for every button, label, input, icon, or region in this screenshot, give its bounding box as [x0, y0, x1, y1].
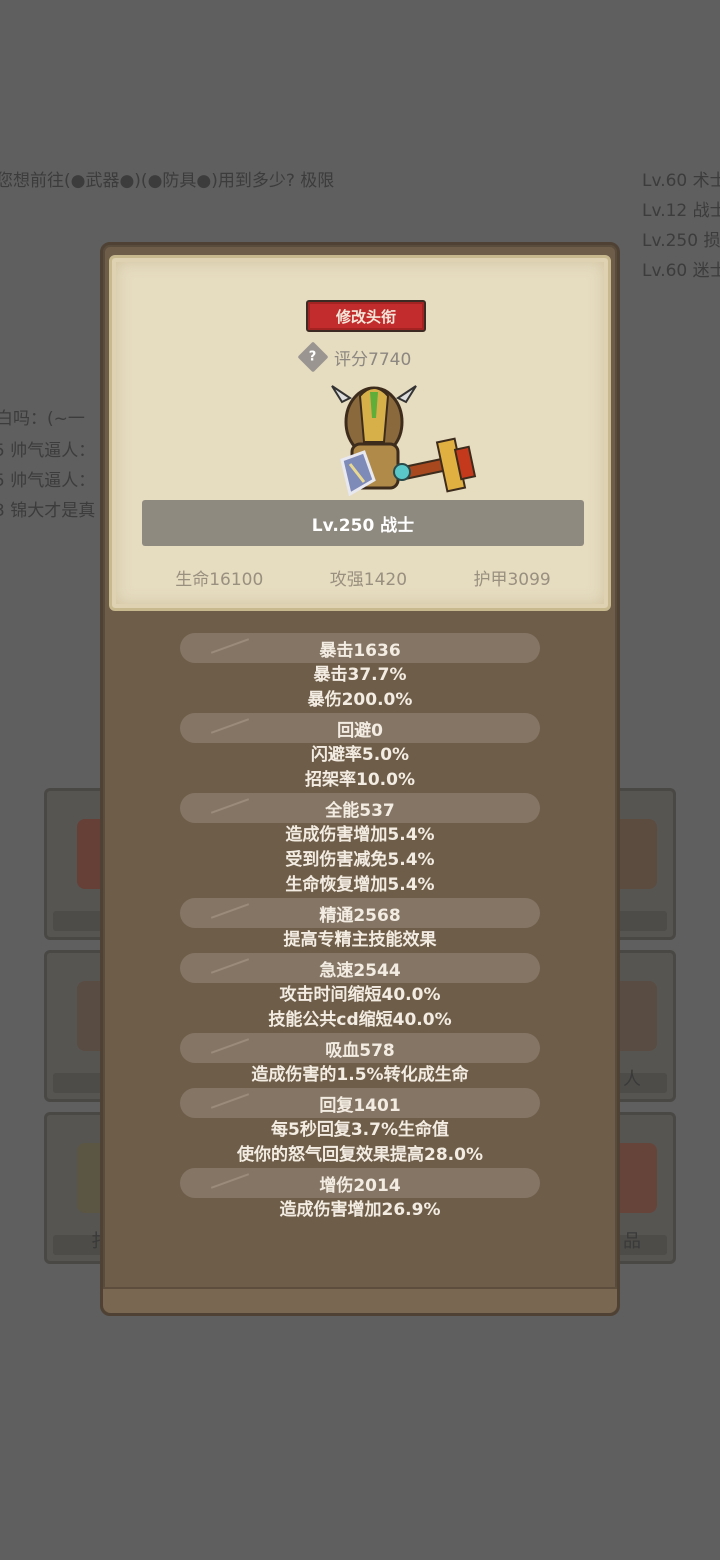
stat-detail: 攻击时间缩短40.0% — [279, 985, 441, 1005]
stat-versatility: 全能537 造成伤害增加5.4% 受到伤害减免5.4% 生命恢复增加5.4% — [103, 793, 617, 898]
stat-detail: 每5秒回复3.7%生命值 — [271, 1120, 449, 1140]
stat-header: 增伤2014 — [180, 1168, 540, 1198]
stat-header: 暴击1636 — [180, 633, 540, 663]
stat-detail: 提高专精主技能效果 — [283, 930, 437, 950]
character-name-banner: Lv.250 战士 — [142, 500, 584, 546]
stat-detail: 受到伤害减免5.4% — [285, 850, 435, 870]
stat-detail: 暴伤200.0% — [307, 690, 413, 710]
bg-list-line: Lv.60 迷士 — [642, 261, 720, 281]
attribute-row: 生命16100 攻强1420 护甲3099 — [142, 562, 584, 592]
stat-detail: 造成伤害增加26.9% — [279, 1200, 441, 1220]
stat-header: 全能537 — [180, 793, 540, 823]
score-row: ? 评分7740 — [297, 341, 412, 373]
stat-detail: 招架率10.0% — [305, 770, 415, 790]
score-value: 评分7740 — [334, 349, 412, 370]
bg-list-line: Lv.250 损 — [642, 231, 720, 251]
stat-critical: 暴击1636 暴击37.7% 暴伤200.0% — [103, 633, 617, 713]
stat-detail: 使你的怒气回复效果提高28.0% — [237, 1145, 483, 1165]
stat-regeneration: 回复1401 每5秒回复3.7%生命值 使你的怒气回复效果提高28.0% — [103, 1088, 617, 1168]
stat-header: 精通2568 — [180, 898, 540, 928]
stat-header: 回复1401 — [180, 1088, 540, 1118]
bg-chat-line: 5 帅气逼人： — [0, 441, 96, 461]
stat-header: 回避0 — [180, 713, 540, 743]
stat-detail: 造成伤害增加5.4% — [285, 825, 435, 845]
bg-list-line: Lv.60 术士 — [642, 171, 720, 191]
stat-detail: 暴击37.7% — [313, 665, 407, 685]
edit-title-button[interactable]: 修改头衔 — [306, 300, 426, 332]
stat-detail: 技能公共cd缩短40.0% — [268, 1010, 452, 1030]
attr-health: 生命16100 — [175, 569, 264, 590]
stat-detail: 造成伤害的1.5%转化成生命 — [251, 1065, 469, 1085]
stat-header: 吸血578 — [180, 1033, 540, 1063]
stat-mastery: 精通2568 提高专精主技能效果 — [103, 898, 617, 953]
stat-header: 急速2544 — [180, 953, 540, 983]
bg-chat-line: 3 锦大才是真 — [0, 501, 96, 521]
bg-list-line: Lv.12 战士 — [642, 201, 720, 221]
stat-avoidance: 回避0 闪避率5.0% 招架率10.0% — [103, 713, 617, 793]
help-icon[interactable]: ? — [297, 341, 329, 373]
bg-chat-line: 白吗：(~一 — [0, 409, 85, 429]
character-card: 修改头衔 ? 评分7740 Lv.250 战士 生命16100 攻强1420 护… — [109, 255, 611, 611]
stat-haste: 急速2544 攻击时间缩短40.0% 技能公共cd缩短40.0% — [103, 953, 617, 1033]
attr-attack-power: 攻强1420 — [329, 569, 408, 590]
stat-damage-increase: 增伤2014 造成伤害增加26.9% — [103, 1168, 617, 1223]
warrior-avatar — [331, 385, 477, 497]
stat-detail: 生命恢复增加5.4% — [285, 875, 435, 895]
attr-armor: 护甲3099 — [473, 569, 551, 590]
stat-detail: 闪避率5.0% — [310, 745, 410, 765]
character-info-panel: 修改头衔 ? 评分7740 Lv.250 战士 生命16100 攻强1420 护… — [100, 242, 620, 1316]
bg-chat-line: 5 帅气逼人： — [0, 471, 96, 491]
panel-bottom-edge — [103, 1287, 617, 1313]
bg-chat-line: 您想前往(●武器●)(●防具●)用到多少? 极限 — [0, 171, 335, 191]
stats-list: 暴击1636 暴击37.7% 暴伤200.0% 回避0 闪避率5.0% 招架率1… — [103, 633, 617, 1223]
stat-lifesteal: 吸血578 造成伤害的1.5%转化成生命 — [103, 1033, 617, 1088]
